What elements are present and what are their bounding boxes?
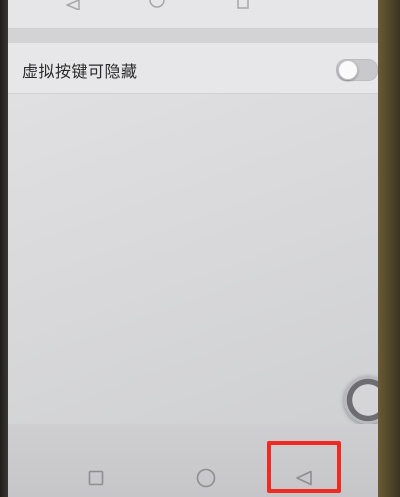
bottom-navigation-bar [8,424,384,497]
recent-apps-button[interactable] [78,462,114,494]
content-area [8,94,384,424]
section-divider [8,29,384,43]
toggle-knob [338,60,358,80]
phone-edge-right [378,0,400,497]
setting-label: 虚拟按键可隐藏 [22,62,138,81]
phone-edge-left [0,0,8,497]
home-circle-icon [196,468,216,488]
home-button[interactable] [188,462,224,494]
top-navigation-bar [8,0,384,29]
hide-virtual-keys-toggle[interactable] [336,59,378,81]
phone-screen: 虚拟按键可隐藏 [8,0,384,497]
recent-square-icon[interactable] [237,0,249,10]
recent-square-icon [88,470,104,486]
back-button-highlight [267,441,341,493]
setting-row-hide-virtual-keys[interactable]: 虚拟按键可隐藏 [8,43,384,94]
home-circle-icon[interactable] [149,0,165,10]
back-triangle-icon[interactable] [66,0,80,10]
